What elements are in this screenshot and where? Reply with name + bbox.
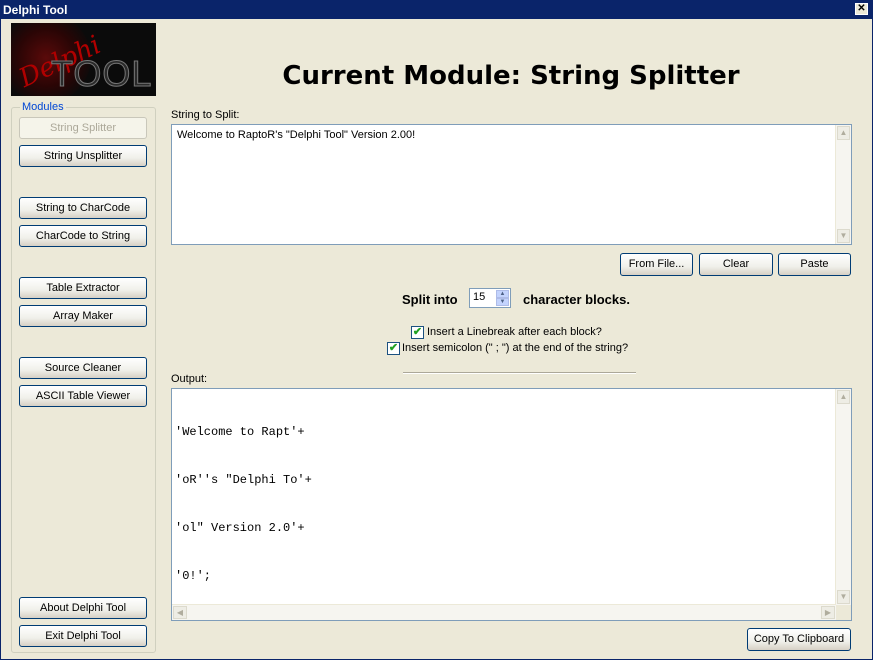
output-line: 'ol" Version 2.0'+ [175, 521, 305, 535]
string-unsplitter-button[interactable]: String Unsplitter [19, 145, 147, 167]
linebreak-label: Insert a Linebreak after each block? [427, 326, 602, 338]
string-input[interactable]: Welcome to RaptoR's "Delphi Tool" Versio… [171, 124, 852, 245]
split-into-label: Split into [402, 292, 458, 307]
about-button[interactable]: About Delphi Tool [19, 597, 147, 619]
copy-to-clipboard-button[interactable]: Copy To Clipboard [747, 628, 851, 651]
source-cleaner-button[interactable]: Source Cleaner [19, 357, 147, 379]
output-textarea[interactable]: 'Welcome to Rapt'+ 'oR''s "Delphi To'+ '… [171, 388, 852, 621]
page-title: Current Module: String Splitter [282, 61, 740, 91]
main-window: Delphi Tool ✕ Delphi TOOL Modules String… [0, 0, 873, 660]
scroll-down-icon[interactable]: ▼ [837, 590, 850, 604]
logo-block-text: TOOL [50, 53, 153, 95]
linebreak-checkbox[interactable]: ✔ [411, 326, 424, 339]
scrollbar-corner [836, 605, 851, 620]
paste-button[interactable]: Paste [778, 253, 851, 276]
array-maker-button[interactable]: Array Maker [19, 305, 147, 327]
output-label: Output: [171, 373, 208, 385]
input-vertical-scrollbar[interactable]: ▲ ▼ [835, 125, 851, 244]
divider [403, 372, 636, 374]
split-size-spinner[interactable]: 15 ▲ ▼ [469, 288, 511, 308]
ascii-table-viewer-button[interactable]: ASCII Table Viewer [19, 385, 147, 407]
title-bar: Delphi Tool ✕ [1, 1, 872, 19]
output-vertical-scrollbar[interactable]: ▲ ▼ [835, 389, 851, 605]
scroll-up-icon[interactable]: ▲ [837, 126, 850, 140]
string-to-charcode-button[interactable]: String to CharCode [19, 197, 147, 219]
output-line: 'oR''s "Delphi To'+ [175, 473, 312, 487]
from-file-button[interactable]: From File... [620, 253, 693, 276]
spin-down-icon[interactable]: ▼ [496, 298, 509, 306]
output-text: 'Welcome to Rapt'+ 'oR''s "Delphi To'+ '… [175, 392, 312, 616]
scroll-up-icon[interactable]: ▲ [837, 390, 850, 404]
split-size-value: 15 [473, 291, 486, 303]
scroll-down-icon[interactable]: ▼ [837, 229, 850, 243]
output-line: 'Welcome to Rapt'+ [175, 425, 305, 439]
delphi-tool-logo: Delphi TOOL [11, 23, 156, 96]
exit-button[interactable]: Exit Delphi Tool [19, 625, 147, 647]
modules-group: Modules [11, 101, 156, 653]
input-label: String to Split: [171, 109, 240, 121]
spin-up-icon[interactable]: ▲ [496, 290, 509, 298]
character-blocks-label: character blocks. [523, 292, 630, 307]
modules-legend: Modules [20, 101, 66, 113]
close-icon[interactable]: ✕ [855, 3, 868, 15]
semicolon-label: Insert semicolon (" ; ") at the end of t… [402, 342, 629, 354]
semicolon-checkbox[interactable]: ✔ [387, 342, 400, 355]
output-line: '0!'; [175, 569, 212, 583]
clear-button[interactable]: Clear [699, 253, 773, 276]
scroll-right-icon[interactable]: ▶ [821, 606, 835, 619]
scroll-left-icon[interactable]: ◀ [173, 606, 187, 619]
string-input-value: Welcome to RaptoR's "Delphi Tool" Versio… [177, 129, 416, 141]
charcode-to-string-button[interactable]: CharCode to String [19, 225, 147, 247]
window-title: Delphi Tool [3, 3, 68, 17]
string-splitter-button[interactable]: String Splitter [19, 117, 147, 139]
table-extractor-button[interactable]: Table Extractor [19, 277, 147, 299]
output-horizontal-scrollbar[interactable]: ◀ ▶ [172, 604, 836, 620]
